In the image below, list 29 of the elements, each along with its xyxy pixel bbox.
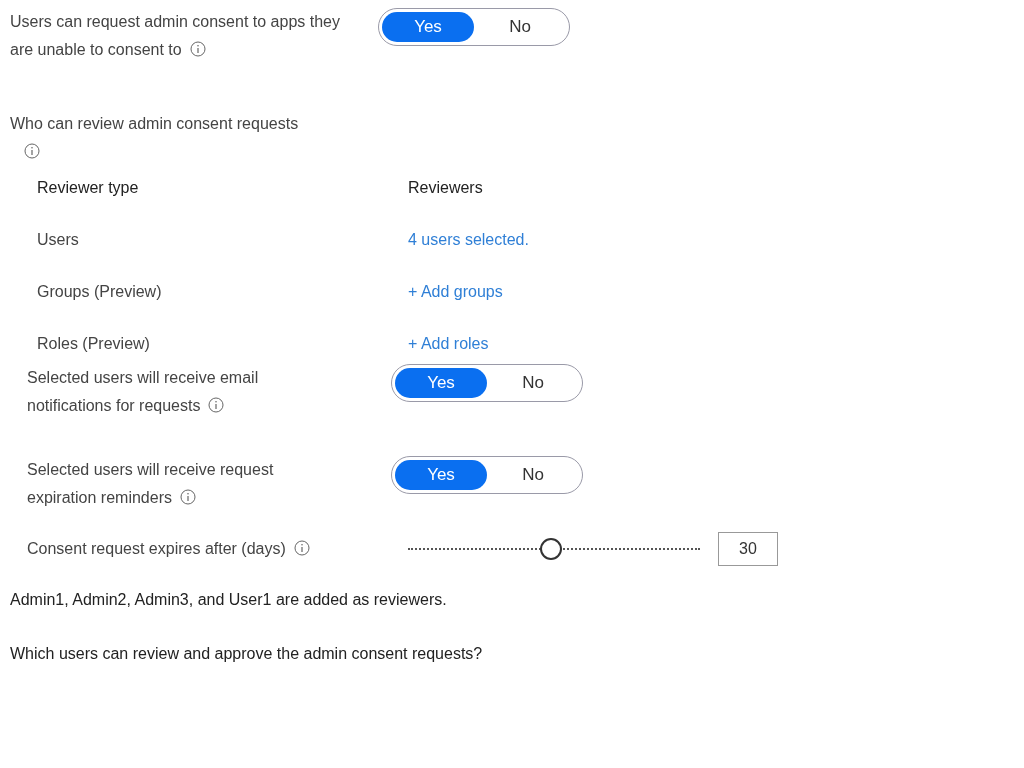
number-field[interactable]: 30	[718, 532, 778, 566]
slider[interactable]	[408, 538, 700, 560]
table-cell-text: Users	[37, 230, 80, 250]
info-icon[interactable]	[293, 540, 310, 556]
reviewers-link[interactable]: + Add roles	[408, 335, 489, 352]
table-cell-text: Roles (Preview)	[37, 334, 151, 354]
toggle-option[interactable]: No	[474, 12, 566, 42]
reviewers-link[interactable]: + Add groups	[408, 283, 503, 300]
question-text: Which users can review and approve the admin consent requests?	[10, 644, 484, 664]
toggle-option[interactable]: No	[487, 368, 579, 398]
table-cell-text: Groups (Preview)	[37, 282, 163, 302]
statement-text: Admin1, Admin2, Admin3, and User1 are added as reviewers.	[10, 590, 448, 610]
toggle-option[interactable]: Yes	[395, 368, 487, 398]
toggle-option[interactable]: Yes	[382, 12, 474, 42]
setting-label: Selected users will receive request expiration reminders	[27, 460, 275, 508]
slider-thumb[interactable]	[540, 538, 563, 560]
setting-label: Selected users will receive email notifications for requests	[27, 368, 260, 416]
toggle-option[interactable]: Yes	[395, 460, 487, 490]
setting-label: Users can request admin consent to apps they are unable to consent to	[10, 12, 341, 60]
setting-label: Consent request expires after (days)	[27, 535, 408, 563]
column-header: Reviewers	[408, 178, 484, 198]
info-icon[interactable]	[208, 397, 225, 413]
toggle-option[interactable]: No	[487, 460, 579, 490]
column-header: Reviewer type	[37, 178, 140, 198]
info-icon[interactable]	[189, 41, 206, 57]
info-icon[interactable]	[24, 143, 40, 159]
section-label: Who can review admin consent requests	[10, 115, 299, 132]
reviewers-link[interactable]: 4 users selected.	[408, 231, 529, 248]
info-icon[interactable]	[179, 489, 196, 505]
